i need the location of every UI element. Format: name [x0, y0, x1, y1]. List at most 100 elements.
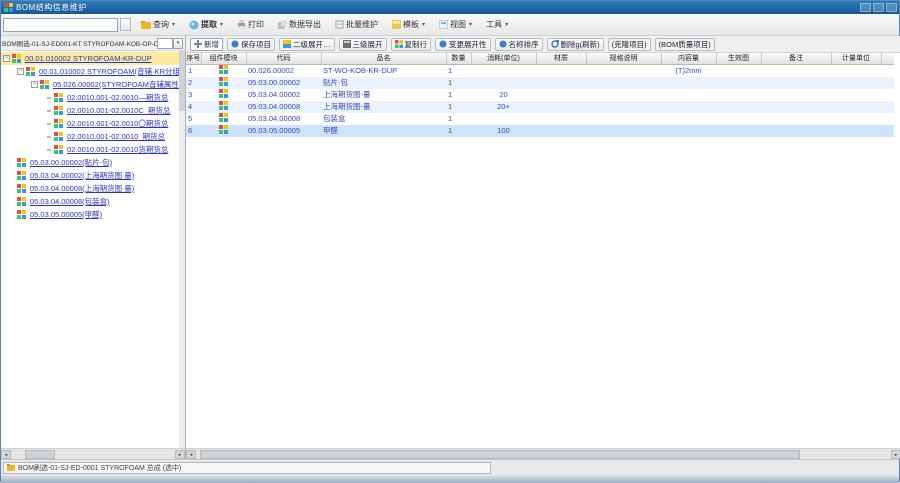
scroll-left-icon[interactable]: ◂ — [1, 449, 11, 459]
tree-item[interactable]: 02.0010.001-02.0010—期货总 — [1, 91, 179, 104]
scroll-right-icon[interactable]: ▸ — [891, 449, 900, 459]
tree-item[interactable]: 02.0010.001-02.0010货期货总 — [1, 143, 179, 156]
cell-code-link[interactable]: 05.03.05.00005 — [246, 124, 321, 137]
tree-item-label: 05.03.05.00005(甲醛) — [30, 210, 103, 219]
cell-name-link[interactable]: 甲醛 — [321, 124, 446, 137]
scrollbar-thumb[interactable] — [179, 51, 185, 111]
collapse-icon[interactable]: − — [3, 55, 10, 62]
table-row[interactable]: 3 05.03.04.00002 上海期货图-量 1 20 — [186, 88, 894, 101]
col-header-attachment[interactable]: 附件图号 — [881, 53, 894, 65]
copy-row-button[interactable]: 复制行 — [390, 37, 431, 51]
change-property-button[interactable]: 变更展开性 — [435, 37, 491, 51]
cell-name-link[interactable]: 上海期货图-量 — [321, 100, 446, 113]
batch-maintain-button-label: 批量维护 — [346, 20, 379, 29]
cell-name-link[interactable]: ST-WO-KOB-KR-DUP — [321, 64, 446, 77]
leaf-marker-icon — [47, 96, 51, 99]
col-header-unit[interactable]: 计量单位 — [831, 53, 882, 65]
search-input[interactable] — [3, 17, 118, 32]
col-header-material[interactable]: 材质 — [536, 53, 587, 65]
component-grid: 序号 组件模块 代码 品名 数量 消耗(单位) 材质 规格说明 内容量 生效图 … — [186, 53, 894, 447]
table-row[interactable]: 2 05.03.00.00002 贴片-包 1 — [186, 76, 894, 89]
clone-item-button[interactable]: (克隆项目) — [607, 37, 651, 51]
save-item-button[interactable]: 保存项目 — [227, 37, 275, 51]
expand-level3-button[interactable]: 三级展开 — [338, 37, 387, 51]
scrollbar-thumb[interactable] — [200, 449, 800, 459]
close-button[interactable] — [886, 3, 897, 12]
cell-effective — [716, 76, 761, 89]
bom-quality-button[interactable]: (BOM质量项目) — [654, 37, 715, 51]
col-header-code[interactable]: 代码 — [246, 53, 322, 65]
collapse-icon[interactable]: − — [31, 81, 38, 88]
tree-item[interactable]: − 00.01.010002 STYROFOAM(音辅·KR分组音) — [1, 65, 179, 78]
template-button[interactable]: 模板 ▾ — [388, 17, 429, 33]
maximize-button[interactable] — [873, 3, 884, 12]
scroll-left-icon[interactable]: ◂ — [186, 449, 196, 459]
sort-by-name-button[interactable]: 名称排序 — [494, 37, 543, 51]
clear-search-button[interactable] — [120, 18, 131, 31]
cell-remark — [761, 124, 831, 137]
table-row[interactable]: 4 05.03.04.00008 上海期货图-量 1 20+ — [186, 100, 894, 113]
col-header-name[interactable]: 品名 — [321, 53, 447, 65]
app-window: BOM结构信息维护 查询 ▾ 提取 ▾ 打印 数据导出 批量维护 模板 ▾ 视图… — [0, 0, 900, 483]
col-header-module[interactable]: 组件模块 — [201, 53, 247, 65]
expand-level2-button[interactable]: 二级展开… — [279, 37, 335, 51]
minimize-button[interactable] — [860, 3, 871, 12]
bom-color-icon — [394, 40, 403, 48]
tree-item[interactable]: 05.03.04.00002(上海期货图 量) — [1, 169, 179, 182]
cell-code-link[interactable]: 05.03.00.00002 — [246, 76, 321, 89]
tree-item[interactable]: 02.0010.001-02.0010〇期货总 — [1, 117, 179, 130]
delete-refresh-button[interactable]: 删除g(刷新) — [546, 37, 604, 51]
export-button[interactable]: 数据导出 — [274, 17, 325, 33]
table-row[interactable]: 1 00.026.00002 ST-WO-KOB-KR-DUP 1 (T)2mm — [186, 64, 894, 77]
cell-capacity-link[interactable]: (T)2mm — [661, 64, 716, 77]
tree-vertical-scrollbar[interactable] — [179, 51, 185, 448]
extract-button[interactable]: 提取 ▾ — [185, 17, 227, 33]
cell-spec — [586, 113, 661, 125]
col-header-capacity[interactable]: 内容量 — [661, 53, 717, 65]
expand-level3-button-label: 三级展开 — [352, 39, 383, 49]
table-row[interactable]: 5 05.03.04.00008 包装盒 1 — [186, 112, 894, 125]
tree-horizontal-scrollbar[interactable]: ◂ ▸ — [1, 448, 185, 459]
cell-code-link[interactable]: 05.03.04.00008 — [246, 113, 321, 125]
cell-name-link[interactable]: 上海期货图-量 — [321, 89, 446, 101]
tree-item[interactable]: − 05.026.00002(STYROFOAM音辅属性_KR分组音) — [1, 78, 179, 91]
tree-item-root[interactable]: − 00.01.010002 STYROFOAM-KR-DUP — [1, 52, 179, 65]
view-button[interactable]: 视图 ▾ — [435, 17, 476, 33]
grid-horizontal-scrollbar[interactable]: ◂ ▸ — [186, 448, 900, 459]
col-header-remark[interactable]: 备注 — [761, 53, 832, 65]
cell-name-link[interactable]: 包装盒 — [321, 113, 446, 125]
cell-code-link[interactable]: 00.026.00002 — [246, 64, 321, 77]
status-folder-icon — [7, 463, 15, 471]
batch-maintain-button[interactable]: 批量维护 — [331, 17, 382, 33]
collapse-icon[interactable]: − — [17, 68, 24, 75]
tree-item-label: 00.01.010002 STYROFOAM-KR-DUP — [25, 54, 152, 63]
col-header-spec[interactable]: 规格说明 — [586, 53, 662, 65]
cell-name-link[interactable]: 贴片-包 — [321, 76, 446, 89]
tree-item[interactable]: 05.03.04.00008(包装盒) — [1, 195, 179, 208]
grid-action-toolbar: 新增 保存项目 二级展开… 三级展开 复制行 变更展开性 名称排序 删除g(刷新… — [186, 36, 900, 53]
cell-code-link[interactable]: 05.03.04.00002 — [246, 89, 321, 101]
add-row-button[interactable]: 新增 — [190, 37, 223, 51]
col-header-effective[interactable]: 生效图 — [716, 53, 762, 65]
bom-selector-field[interactable] — [157, 37, 173, 49]
bom-node-icon — [54, 131, 63, 141]
tools-button[interactable]: 工具 ▾ — [482, 17, 512, 33]
export-button-label: 数据导出 — [289, 20, 322, 29]
tree-item[interactable]: 05.03.05.00005(甲醛) — [1, 208, 179, 221]
scrollbar-thumb[interactable] — [25, 449, 55, 459]
scroll-right-icon[interactable]: ▸ — [175, 449, 185, 459]
tree-item[interactable]: 05.03.00.00002(贴片-包) — [1, 156, 179, 169]
cell-code-link[interactable]: 05.03.04.00008 — [246, 100, 321, 113]
col-header-qty[interactable]: 数量 — [446, 53, 472, 65]
bom-selector-dropdown-button[interactable]: ▾ — [173, 37, 183, 49]
col-header-no[interactable]: 序号 — [186, 53, 202, 65]
print-button[interactable]: 打印 — [233, 17, 268, 33]
table-row-selected[interactable]: 6 05.03.05.00005 甲醛 1 100 — [186, 124, 894, 137]
cell-capacity-link — [661, 113, 716, 125]
tree-item[interactable]: 05.03.04.00008(上海期货图 量) — [1, 182, 179, 195]
query-button[interactable]: 查询 ▾ — [137, 17, 179, 33]
tree-item[interactable]: 02.0010.001-02.0010C_期货总 — [1, 104, 179, 117]
col-header-consumption[interactable]: 消耗(单位) — [471, 53, 537, 65]
tree-item[interactable]: 02.0010.001-02.0010_期货总 — [1, 130, 179, 143]
cell-capacity-link — [661, 76, 716, 89]
